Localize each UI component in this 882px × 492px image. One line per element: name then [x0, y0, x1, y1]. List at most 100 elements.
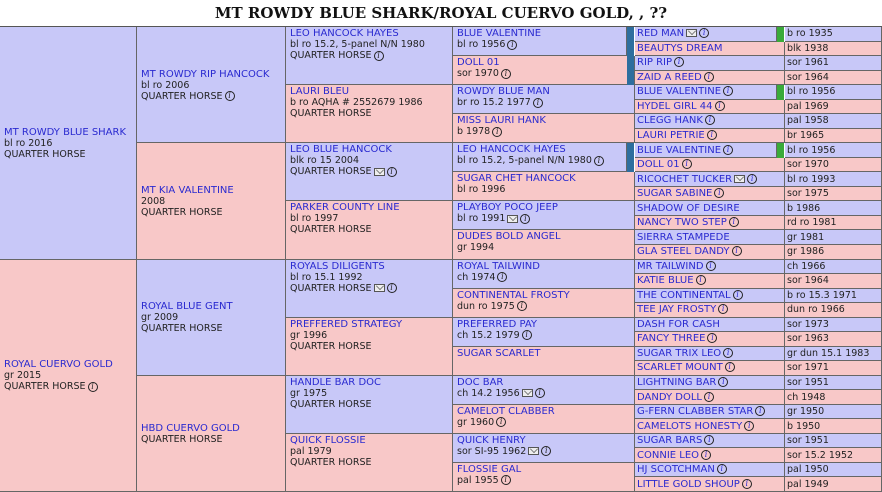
info-icon[interactable]: i	[723, 86, 733, 96]
info-icon[interactable]: i	[725, 362, 735, 372]
info-icon[interactable]: i	[517, 301, 527, 311]
horse-name-link[interactable]: HYDEL GIRL 44i	[637, 101, 784, 112]
horse-name-link[interactable]: BLUE VALENTINE	[457, 28, 623, 39]
info-icon[interactable]: i	[497, 272, 507, 282]
horse-name-link[interactable]: CLEGG HANKi	[637, 115, 784, 126]
horse-name-link[interactable]: CAMELOTS HONESTYi	[637, 421, 784, 432]
horse-name-link[interactable]: RIP RIPi	[637, 57, 784, 68]
info-icon[interactable]: i	[387, 283, 397, 293]
info-icon[interactable]: i	[522, 330, 532, 340]
horse-name-link[interactable]: ROYAL TAILWIND	[457, 261, 631, 272]
horse-name-link[interactable]: ROYALS DILIGENTS	[290, 261, 449, 272]
horse-name-link[interactable]: DUDES BOLD ANGEL	[457, 231, 631, 242]
info-icon[interactable]: i	[704, 392, 714, 402]
horse-name-link[interactable]: CONTINENTAL FROSTY	[457, 290, 631, 301]
horse-name-link[interactable]: PREFFERED STRATEGY	[290, 319, 449, 330]
info-icon[interactable]: i	[387, 167, 397, 177]
video-icon[interactable]	[528, 447, 539, 455]
horse-name-link[interactable]: PLAYBOY POCO JEEP	[457, 202, 631, 213]
horse-name-link[interactable]: BLUE VALENTINEi	[637, 145, 776, 156]
horse-name-link[interactable]: DASH FOR CASH	[637, 319, 784, 330]
horse-name-link[interactable]: SUGAR BARSi	[637, 435, 784, 446]
info-icon[interactable]: i	[714, 188, 724, 198]
info-icon[interactable]: i	[732, 246, 742, 256]
info-icon[interactable]: i	[718, 304, 728, 314]
info-icon[interactable]: i	[535, 388, 545, 398]
info-icon[interactable]: i	[533, 98, 543, 108]
horse-name-link[interactable]: QUICK FLOSSIE	[290, 435, 449, 446]
info-icon[interactable]: i	[717, 464, 727, 474]
info-icon[interactable]: i	[747, 174, 757, 184]
video-icon[interactable]	[507, 215, 518, 223]
horse-name-link[interactable]: BLUE VALENTINEi	[637, 86, 776, 97]
horse-name-link[interactable]: BEAUTYS DREAM	[637, 43, 784, 54]
info-icon[interactable]: i	[742, 479, 752, 489]
info-icon[interactable]: i	[723, 348, 733, 358]
horse-name-link[interactable]: MT KIA VALENTINE	[141, 185, 282, 196]
info-icon[interactable]: i	[496, 417, 506, 427]
horse-name-link[interactable]: LAURI PETRIEi	[637, 130, 784, 141]
horse-name-link[interactable]: PARKER COUNTY LINE	[290, 202, 449, 213]
info-icon[interactable]: i	[707, 130, 717, 140]
info-icon[interactable]: i	[501, 475, 511, 485]
video-icon[interactable]	[522, 389, 533, 397]
horse-name-link[interactable]: ROYAL BLUE GENT	[141, 301, 282, 312]
horse-name-link[interactable]: MT ROWDY RIP HANCOCK	[141, 69, 282, 80]
horse-name-link[interactable]: LIGHTNING BARi	[637, 377, 784, 388]
info-icon[interactable]: i	[744, 421, 754, 431]
info-icon[interactable]: i	[707, 333, 717, 343]
horse-name-link[interactable]: HBD CUERVO GOLD	[141, 423, 282, 434]
horse-name-link[interactable]: ROYAL CUERVO GOLD	[4, 359, 133, 370]
horse-name-link[interactable]: CONNIE LEOi	[637, 450, 784, 461]
horse-name-link[interactable]: NANCY TWO STEPi	[637, 217, 784, 228]
info-icon[interactable]: i	[704, 435, 714, 445]
info-icon[interactable]: i	[225, 91, 235, 101]
horse-name-link[interactable]: LEO HANCOCK HAYES	[457, 144, 623, 155]
video-icon[interactable]	[374, 168, 385, 176]
horse-name-link[interactable]: KATIE BLUEi	[637, 275, 784, 286]
video-icon[interactable]	[686, 29, 697, 37]
horse-name-link[interactable]: PREFERRED PAY	[457, 319, 631, 330]
horse-name-link[interactable]: QUICK HENRY	[457, 435, 631, 446]
info-icon[interactable]: i	[729, 217, 739, 227]
info-icon[interactable]: i	[88, 382, 98, 392]
video-icon[interactable]	[734, 175, 745, 183]
video-icon[interactable]	[374, 284, 385, 292]
info-icon[interactable]: i	[706, 261, 716, 271]
horse-name-link[interactable]: ROWDY BLUE MAN	[457, 86, 631, 97]
horse-name-link[interactable]: HJ SCOTCHMANi	[637, 464, 784, 475]
info-icon[interactable]: i	[501, 69, 511, 79]
horse-name-link[interactable]: DANDY DOLLi	[637, 392, 784, 403]
info-icon[interactable]: i	[699, 28, 709, 38]
horse-name-link[interactable]: SHADOW OF DESIRE	[637, 203, 784, 214]
horse-name-link[interactable]: MT ROWDY BLUE SHARK	[4, 127, 133, 138]
horse-name-link[interactable]: LEO HANCOCK HAYES	[290, 28, 449, 39]
horse-name-link[interactable]: SCARLET MOUNTi	[637, 362, 784, 373]
horse-name-link[interactable]: MISS LAURI HANK	[457, 115, 631, 126]
info-icon[interactable]: i	[696, 275, 706, 285]
horse-name-link[interactable]: GLA STEEL DANDYi	[637, 246, 784, 257]
info-icon[interactable]: i	[755, 406, 765, 416]
horse-name-link[interactable]: SUGAR SCARLET	[457, 348, 631, 359]
info-icon[interactable]: i	[492, 127, 502, 137]
horse-name-link[interactable]: LAURI BLEU	[290, 86, 449, 97]
horse-name-link[interactable]: TEE JAY FROSTYi	[637, 304, 784, 315]
horse-name-link[interactable]: DOC BAR	[457, 377, 631, 388]
info-icon[interactable]: i	[507, 40, 517, 50]
info-icon[interactable]: i	[674, 57, 684, 67]
horse-name-link[interactable]: LEO BLUE HANCOCK	[290, 144, 449, 155]
horse-name-link[interactable]: FANCY THREEi	[637, 333, 784, 344]
info-icon[interactable]: i	[541, 446, 551, 456]
info-icon[interactable]: i	[733, 290, 743, 300]
horse-name-link[interactable]: SUGAR SABINEi	[637, 188, 784, 199]
horse-name-link[interactable]: SIERRA STAMPEDE	[637, 232, 784, 243]
info-icon[interactable]: i	[682, 159, 692, 169]
horse-name-link[interactable]: DOLL 01	[457, 57, 631, 68]
info-icon[interactable]: i	[718, 377, 728, 387]
info-icon[interactable]: i	[374, 51, 384, 61]
horse-name-link[interactable]: G-FERN CLABBER STARi	[637, 406, 784, 417]
info-icon[interactable]: i	[705, 115, 715, 125]
horse-name-link[interactable]: SUGAR TRIX LEOi	[637, 348, 784, 359]
horse-name-link[interactable]: FLOSSIE GAL	[457, 464, 631, 475]
horse-name-link[interactable]: RED MANi	[637, 28, 776, 39]
